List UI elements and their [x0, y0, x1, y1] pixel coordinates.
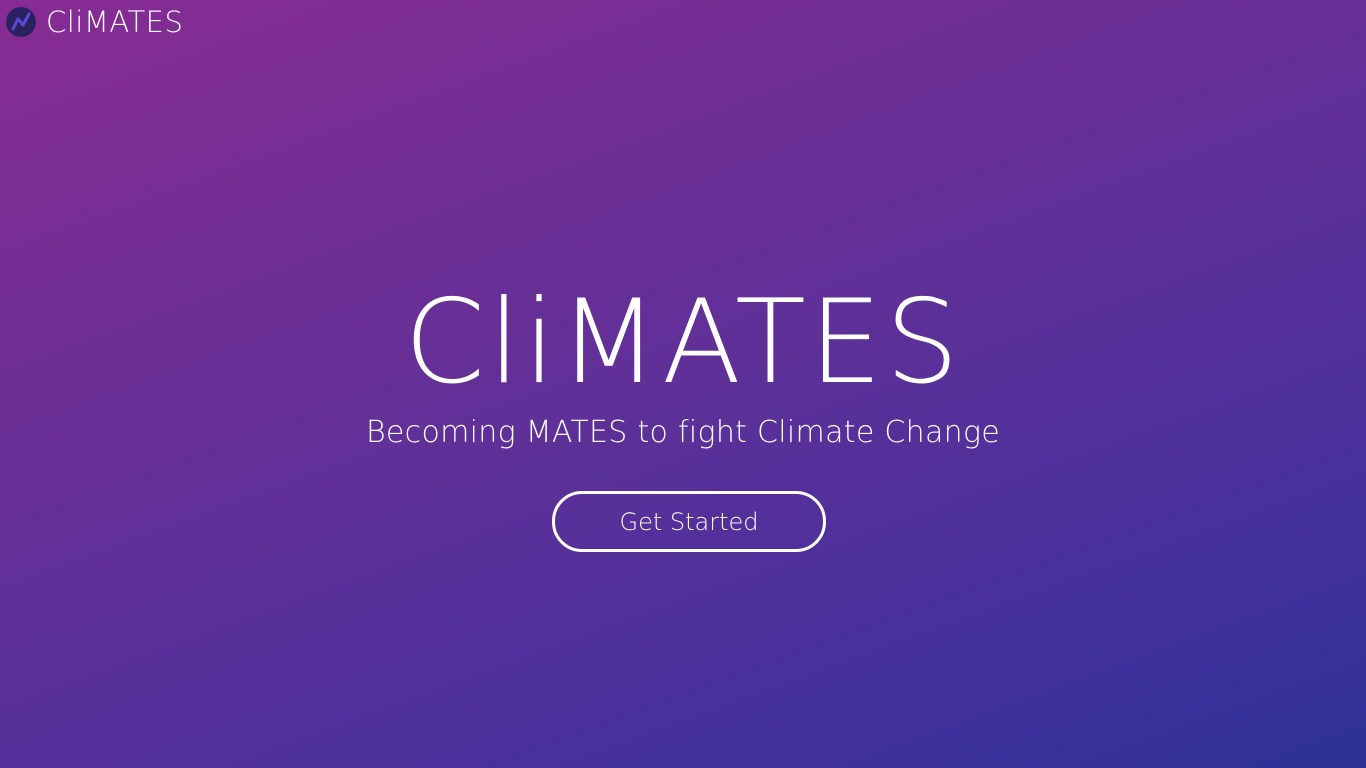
top-bar: CliMATES [6, 4, 183, 40]
hero-section: CliMATES Becoming MATES to fight Climate… [0, 275, 1366, 451]
hero-title: CliMATES [404, 275, 962, 410]
logo-icon[interactable] [6, 7, 36, 37]
get-started-button[interactable]: Get Started [552, 491, 826, 552]
brand-link[interactable]: CliMATES [46, 7, 183, 37]
hero-subtitle: Becoming MATES to fight Climate Change [365, 415, 1001, 450]
chart-line-icon [11, 12, 31, 31]
